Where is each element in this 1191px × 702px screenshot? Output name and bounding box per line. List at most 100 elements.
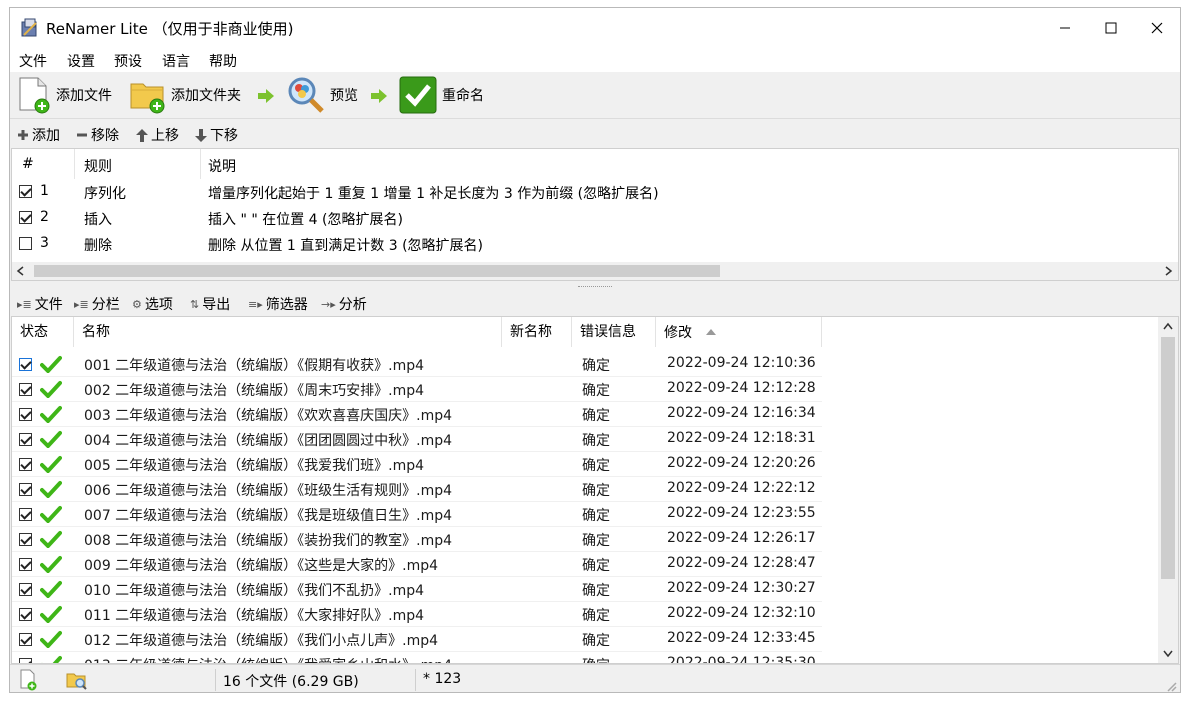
file-error: 确定 — [582, 608, 610, 624]
file-name: 012 二年级道德与法治（统编版）《我们小点儿声》.mp4 — [84, 633, 439, 649]
plus-icon — [18, 130, 28, 140]
file-row[interactable]: 006 二年级道德与法治（统编版）《班级生活有规则》.mp4 确定 2022-09-… — [12, 477, 822, 502]
rule-remove-button[interactable]: 移除 — [76, 125, 119, 145]
file-row[interactable]: 005 二年级道德与法治（统编版）《我爱我们班》.mp4 确定 2022-09-24… — [12, 452, 822, 477]
rule-down-button[interactable]: 下移 — [195, 125, 238, 145]
menu-help[interactable]: 帮助 — [209, 51, 237, 71]
file-checkbox[interactable] — [19, 483, 32, 496]
files-col-modified[interactable]: 修改 — [656, 317, 822, 347]
close-button[interactable] — [1134, 8, 1180, 48]
file-checkbox[interactable] — [19, 408, 32, 421]
rules-col-desc[interactable]: 说明 — [208, 156, 236, 176]
chevron-up-icon[interactable] — [1163, 322, 1173, 330]
rule-row[interactable]: 3 删除 删除 从位置 1 直到满足计数 3 (忽略扩展名) — [12, 231, 1178, 257]
minus-icon — [77, 133, 87, 137]
rules-col-num[interactable]: # — [22, 156, 34, 172]
add-file-icon — [19, 77, 50, 114]
file-row[interactable]: 011 二年级道德与法治（统编版）《大家排好队》.mp4 确定 2022-09-24… — [12, 602, 822, 627]
folder-search-icon[interactable] — [66, 669, 88, 691]
file-name: 003 二年级道德与法治（统编版）《欢欢喜喜庆国庆》.mp4 — [84, 408, 453, 424]
rule-checkbox[interactable] — [19, 185, 32, 198]
files-col-modified-label: 修改 — [664, 325, 692, 341]
add-files-button[interactable]: 添加文件 — [16, 76, 112, 114]
files-col-error[interactable]: 错误信息 — [572, 317, 656, 347]
files-col-new-name[interactable]: 新名称 — [502, 317, 572, 347]
file-checkbox[interactable] — [19, 533, 32, 546]
file-checkbox[interactable] — [19, 633, 32, 646]
file-checkbox[interactable] — [19, 608, 32, 621]
file-name: 010 二年级道德与法治（统编版）《我们不乱扔》.mp4 — [84, 583, 425, 599]
files-col-name[interactable]: 名称 — [74, 317, 502, 347]
file-error: 确定 — [582, 458, 610, 474]
minimize-icon — [1060, 27, 1070, 29]
chevron-right-icon[interactable] — [1165, 266, 1173, 276]
columns-button[interactable]: ▸≣ 分栏 — [74, 294, 120, 314]
rule-num: 1 — [40, 183, 49, 199]
chevron-left-icon[interactable] — [16, 266, 24, 276]
menu-language[interactable]: 语言 — [162, 51, 190, 71]
maximize-icon — [1105, 22, 1117, 34]
add-folder-button[interactable]: 添加文件夹 — [129, 76, 241, 114]
sort-ascending-icon — [706, 329, 716, 335]
analyze-label: 分析 — [338, 297, 367, 313]
minimize-button[interactable] — [1042, 8, 1088, 48]
file-name: 006 二年级道德与法治（统编版）《班级生活有规则》.mp4 — [84, 483, 453, 499]
status-ok-icon — [40, 356, 62, 373]
file-row[interactable]: 003 二年级道德与法治（统编版）《欢欢喜喜庆国庆》.mp4 确定 2022-09-… — [12, 402, 822, 427]
file-checkbox[interactable] — [19, 508, 32, 521]
options-button[interactable]: ⚙ 选项 — [132, 294, 173, 314]
files-menu-button[interactable]: ▸≣ 文件 — [17, 294, 63, 314]
resize-grip-icon[interactable] — [1165, 680, 1177, 692]
files-vertical-scrollbar[interactable] — [1158, 317, 1178, 663]
files-col-state[interactable]: 状态 — [12, 317, 74, 347]
file-row[interactable]: 001 二年级道德与法治（统编版）《假期有收获》.mp4 确定 2022-09-24… — [12, 352, 822, 377]
status-ok-icon — [40, 606, 62, 623]
file-checkbox[interactable] — [19, 558, 32, 571]
file-modified: 2022-09-24 12:30:27 — [667, 580, 816, 596]
file-name: 007 二年级道德与法治（统编版）《我是班级值日生》.mp4 — [84, 508, 453, 524]
arrow-up-icon — [136, 128, 148, 142]
rule-up-button[interactable]: 上移 — [136, 125, 179, 145]
analyze-button[interactable]: →▸ 分析 — [321, 294, 367, 314]
preview-button[interactable]: 预览 — [286, 76, 358, 114]
export-button[interactable]: ⇅ 导出 — [190, 294, 230, 314]
rules-horizontal-scrollbar[interactable] — [12, 262, 1178, 280]
splitter-grip[interactable] — [578, 286, 612, 289]
maximize-button[interactable] — [1088, 8, 1134, 48]
file-checkbox[interactable] — [19, 458, 32, 471]
file-row[interactable]: 010 二年级道德与法治（统编版）《我们不乱扔》.mp4 确定 2022-09-24… — [12, 577, 822, 602]
rule-down-label: 下移 — [210, 128, 238, 144]
file-checkbox[interactable] — [19, 433, 32, 446]
file-row[interactable]: 013 二年级道德与法治（统编版）《我爱家乡山和水》.mp4 确定 2022-09-… — [12, 652, 822, 663]
rule-num: 2 — [40, 209, 49, 225]
add-file-icon[interactable] — [18, 669, 38, 691]
file-row[interactable]: 008 二年级道德与法治（统编版）《装扮我们的教室》.mp4 确定 2022-09-… — [12, 527, 822, 552]
chevron-down-icon[interactable] — [1163, 650, 1173, 658]
file-checkbox[interactable] — [19, 383, 32, 396]
rule-desc: 删除 从位置 1 直到满足计数 3 (忽略扩展名) — [208, 238, 483, 254]
rule-checkbox[interactable] — [19, 237, 32, 250]
rule-row[interactable]: 1 序列化 增量序列化起始于 1 重复 1 增量 1 补足长度为 3 作为前缀 … — [12, 179, 1178, 205]
rules-col-rule[interactable]: 规则 — [84, 156, 112, 176]
file-row[interactable]: 009 二年级道德与法治（统编版）《这些是大家的》.mp4 确定 2022-09-2… — [12, 552, 822, 577]
rename-button[interactable]: 重命名 — [398, 76, 484, 114]
rule-row[interactable]: 2 插入 插入 " " 在位置 4 (忽略扩展名) — [12, 205, 1178, 231]
file-name: 002 二年级道德与法治（统编版）《周末巧安排》.mp4 — [84, 383, 425, 399]
file-name: 001 二年级道德与法治（统编版）《假期有收获》.mp4 — [84, 358, 425, 374]
filter-button[interactable]: ≡▸ 筛选器 — [248, 294, 308, 314]
scrollbar-thumb[interactable] — [1161, 337, 1175, 579]
scrollbar-thumb[interactable] — [34, 265, 720, 277]
file-checkbox[interactable] — [19, 358, 32, 371]
rule-add-button[interactable]: 添加 — [17, 125, 60, 145]
file-row[interactable]: 002 二年级道德与法治（统编版）《周末巧安排》.mp4 确定 2022-09-24… — [12, 377, 822, 402]
file-checkbox[interactable] — [19, 583, 32, 596]
file-row[interactable]: 007 二年级道德与法治（统编版）《我是班级值日生》.mp4 确定 2022-09-… — [12, 502, 822, 527]
menu-settings[interactable]: 设置 — [67, 51, 95, 71]
arrow-down-icon — [195, 128, 207, 142]
rule-checkbox[interactable] — [19, 211, 32, 224]
file-error: 确定 — [582, 633, 610, 649]
file-row[interactable]: 012 二年级道德与法治（统编版）《我们小点儿声》.mp4 确定 2022-09-2… — [12, 627, 822, 652]
menu-presets[interactable]: 预设 — [114, 51, 142, 71]
file-row[interactable]: 004 二年级道德与法治（统编版）《团团圆圆过中秋》.mp4 确定 2022-09-… — [12, 427, 822, 452]
menu-file[interactable]: 文件 — [19, 51, 47, 71]
